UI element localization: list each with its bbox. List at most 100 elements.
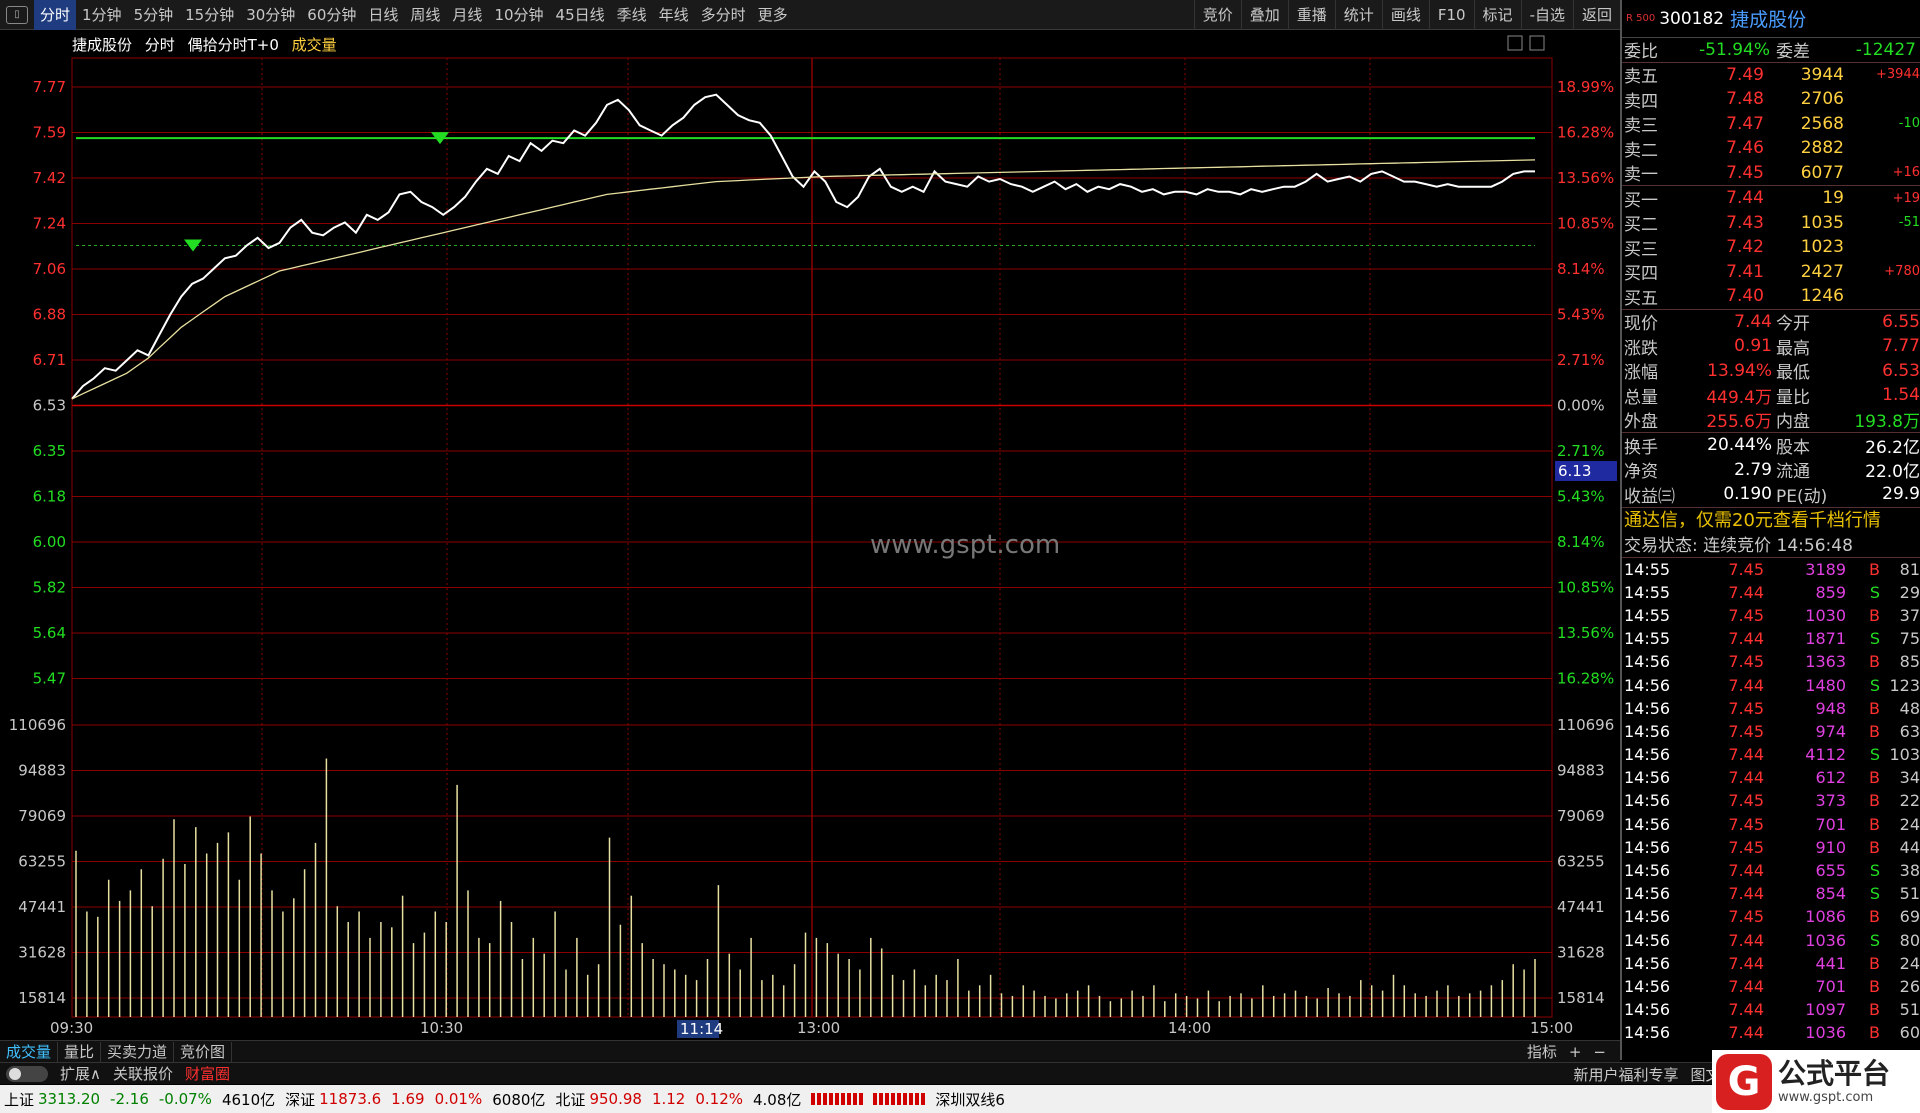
promo-banner[interactable]: 通达信，仅需20元查看千档行情: [1622, 508, 1920, 534]
period-tab[interactable]: 月线: [446, 0, 488, 30]
price-tick-label: 7.77: [33, 78, 66, 96]
panel-toggle-icon[interactable]: ▯: [6, 5, 28, 24]
toolbar-action-button[interactable]: 画线: [1381, 0, 1429, 30]
volume-tick-label: 47441: [18, 898, 66, 916]
bids-label: 买三: [1624, 239, 1658, 260]
price-tick-label: 6.18: [33, 488, 66, 506]
sh-label[interactable]: 上证: [4, 1089, 34, 1110]
period-tab[interactable]: 45日线: [550, 0, 611, 30]
quote-label: 现价: [1624, 314, 1658, 335]
toolbar-action-button[interactable]: -自选: [1520, 0, 1573, 30]
bids-row[interactable]: 买一 7.44 19 +19: [1622, 186, 1920, 211]
tick-side: B: [1869, 907, 1880, 927]
server-name[interactable]: 深圳双线6: [935, 1089, 1005, 1110]
tick-list[interactable]: 14:55 7.45 3189 B 81 14:55 7.44 859 S 29 14:55 7.45…: [1622, 558, 1920, 1045]
period-tab[interactable]: 1分钟: [76, 0, 128, 30]
price-tick-label: 6.53: [33, 397, 66, 415]
asks-row[interactable]: 卖二 7.46 2882: [1622, 136, 1920, 161]
stock-name[interactable]: 捷成股份: [1730, 5, 1806, 32]
bids-row[interactable]: 买四 7.41 2427 +780: [1622, 260, 1920, 285]
tick-price: 7.44: [1728, 1023, 1764, 1043]
finance-value: 2.79: [1734, 459, 1772, 480]
period-tab[interactable]: 日线: [362, 0, 404, 30]
period-tab[interactable]: 5分钟: [128, 0, 180, 30]
chart-layout-icon[interactable]: [1529, 35, 1545, 51]
asks-row[interactable]: 卖五 7.49 3944 +3944: [1622, 63, 1920, 88]
pct-tick-label: 8.14%: [1557, 533, 1605, 551]
extension-item[interactable]: 关联报价: [107, 1063, 179, 1084]
bj-label[interactable]: 北证: [555, 1089, 585, 1110]
tick-time: 14:56: [1624, 721, 1671, 741]
tick-count: 38: [1899, 861, 1920, 881]
asks-row[interactable]: 卖一 7.45 6077 +16: [1622, 161, 1920, 186]
tick-price: 7.45: [1728, 559, 1764, 579]
period-tab[interactable]: 多分时: [695, 0, 752, 30]
indicator-tab[interactable]: 买卖力道: [101, 1041, 175, 1062]
sz-label[interactable]: 深证: [285, 1089, 315, 1110]
toolbar-action-button[interactable]: 统计: [1334, 0, 1382, 30]
chart-indicator-name[interactable]: 偶拾分时T+0: [188, 36, 279, 54]
bids-volume: 1246: [1800, 286, 1844, 307]
indicator-tab[interactable]: 竞价图: [174, 1041, 233, 1062]
tick-price: 7.45: [1728, 721, 1764, 741]
extension-right-item[interactable]: 新用户福利专享: [1568, 1064, 1685, 1085]
sz-change: 1.69: [391, 1090, 425, 1108]
toolbar-action-button[interactable]: 重播: [1287, 0, 1335, 30]
period-tab[interactable]: 周线: [404, 0, 446, 30]
period-tab[interactable]: 15分钟: [179, 0, 240, 30]
sh-pct: -0.07%: [158, 1090, 212, 1108]
price-tick-label: 6.00: [33, 533, 66, 551]
pct-tick-label: 13.56%: [1557, 624, 1614, 642]
tick-price: 7.45: [1728, 837, 1764, 857]
toolbar-action-button[interactable]: F10: [1428, 0, 1474, 30]
period-tab[interactable]: 30分钟: [240, 0, 301, 30]
period-tab[interactable]: 更多: [752, 0, 794, 30]
period-tab[interactable]: 季线: [611, 0, 653, 30]
toolbar-action-button[interactable]: 返回: [1572, 0, 1620, 30]
quote-label: 涨幅: [1624, 363, 1658, 384]
ask-book: 卖五 7.49 3944 +3944 卖四 7.48 2706 卖三 7.47 2568 -10 卖二…: [1622, 63, 1920, 186]
tick-volume: 1097: [1805, 1000, 1846, 1020]
indicator-tab[interactable]: 量比: [58, 1041, 102, 1062]
bids-row[interactable]: 买五 7.40 1246: [1622, 284, 1920, 309]
asks-price: 7.45: [1726, 162, 1764, 183]
price-tick-label: 6.88: [33, 306, 66, 324]
tick-count: 85: [1899, 652, 1920, 672]
bid-book: 买一 7.44 19 +19 买二 7.43 1035 -51 买三 7.42 1023 买四 7.41…: [1622, 186, 1920, 310]
toolbar-action-button[interactable]: 标记: [1473, 0, 1521, 30]
quote-row: 现价 7.44 今开 6.55: [1622, 310, 1920, 335]
logo-cn: 公式平台: [1778, 1057, 1891, 1090]
toolbar-action-button[interactable]: 叠加: [1240, 0, 1288, 30]
bids-row[interactable]: 买三 7.42 1023: [1622, 235, 1920, 260]
chart-zoom-icon[interactable]: [1507, 35, 1523, 51]
tick-time: 14:55: [1624, 559, 1671, 579]
period-tab[interactable]: 年线: [653, 0, 695, 30]
tick-time: 14:56: [1624, 768, 1671, 788]
quote-row: 总量 449.4万 量比 1.54: [1622, 383, 1920, 408]
tick-price: 7.44: [1728, 930, 1764, 950]
bids-row[interactable]: 买二 7.43 1035 -51: [1622, 211, 1920, 236]
period-tab[interactable]: 分时: [34, 0, 77, 30]
asks-row[interactable]: 卖三 7.47 2568 -10: [1622, 112, 1920, 137]
extension-toggle[interactable]: [6, 1065, 48, 1082]
indicator-tabs: 成交量 量比 买卖力道 竞价图 指标 + −: [0, 1040, 1620, 1062]
asks-row[interactable]: 卖四 7.48 2706: [1622, 87, 1920, 112]
indicator-action-button[interactable]: −: [1587, 1042, 1612, 1062]
quote-block: 现价 7.44 今开 6.55 涨跌 0.91 最高 7.77 涨幅 13.94% 最低 6.53 总量…: [1622, 310, 1920, 433]
extension-item[interactable]: 扩展∧: [54, 1063, 107, 1084]
indicator-action-button[interactable]: 指标: [1521, 1042, 1563, 1062]
tick-count: 80: [1899, 930, 1920, 950]
tick-row: 14:56 7.45 1363 B 85: [1622, 650, 1920, 673]
tick-volume: 441: [1815, 953, 1846, 973]
chart-canvas[interactable]: 7.77 18.99% 7.59 16.28% 7.42 13.56% 7.24 10.85%…: [0, 30, 1620, 1040]
indicator-tab[interactable]: 成交量: [0, 1041, 59, 1062]
tick-volume: 373: [1815, 791, 1846, 811]
asks-volume: 3944: [1800, 64, 1844, 85]
extension-item[interactable]: 财富圈: [179, 1063, 236, 1084]
tick-volume: 1086: [1805, 907, 1846, 927]
period-tab[interactable]: 10分钟: [488, 0, 549, 30]
intraday-chart[interactable]: 7.77 18.99% 7.59 16.28% 7.42 13.56% 7.24 10.85%…: [0, 30, 1620, 1042]
toolbar-action-button[interactable]: 竞价: [1193, 0, 1241, 30]
indicator-action-button[interactable]: +: [1563, 1042, 1588, 1062]
period-tab[interactable]: 60分钟: [301, 0, 362, 30]
